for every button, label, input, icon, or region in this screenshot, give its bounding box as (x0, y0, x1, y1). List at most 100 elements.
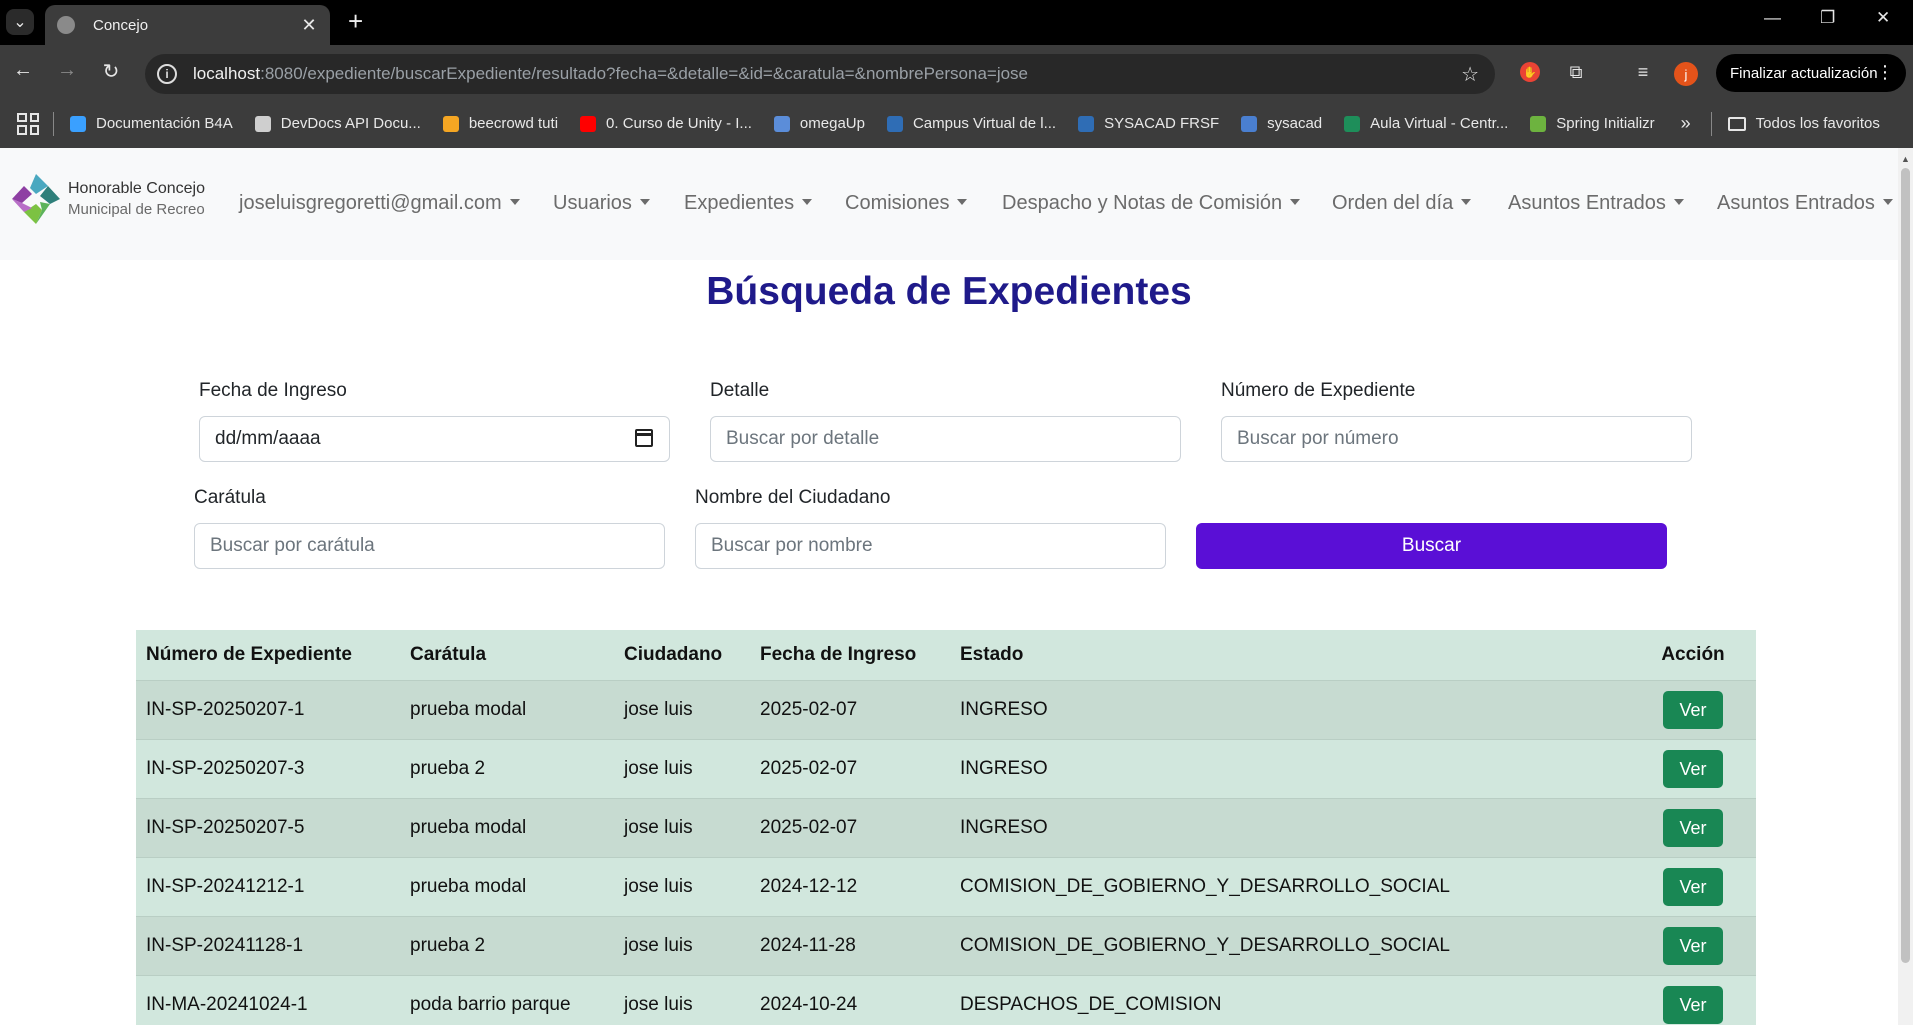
restore-icon[interactable]: ❐ (1820, 8, 1835, 28)
bookmark-item[interactable]: Documentación B4A (70, 115, 233, 132)
detalle-input[interactable]: Buscar por detalle (710, 416, 1181, 462)
browser-tab-bar: ⌄ Concejo ✕ + — ❐ ✕ (0, 0, 1913, 45)
scroll-up-icon[interactable]: ▲ (1901, 154, 1910, 164)
nav-asuntos-entrados-2[interactable]: Asuntos Entrados (1717, 192, 1893, 215)
ver-button[interactable]: Ver (1663, 749, 1723, 788)
caret-down-icon (509, 198, 520, 205)
menu-dots-icon[interactable]: ⋮ (1876, 62, 1894, 83)
nav-comisiones[interactable]: Comisiones (845, 192, 968, 215)
ver-button[interactable]: Ver (1663, 867, 1723, 906)
bookmark-favicon-icon (1241, 115, 1258, 132)
new-tab-button[interactable]: + (348, 8, 363, 34)
table-body: IN-SP-20250207-1 prueba modal jose luis 202… (136, 680, 1756, 1025)
cell-fecha: 2025-02-07 (750, 739, 950, 799)
table-row: IN-SP-20241212-1 prueba modal jose luis 202… (136, 857, 1756, 917)
cell-estado: COMISION_DE_GOBIERNO_Y_DESARROLLO_SOCIAL (950, 916, 1630, 976)
close-tab-icon[interactable]: ✕ (298, 15, 320, 36)
bookmark-item[interactable]: Aula Virtual - Centr... (1344, 115, 1508, 132)
caratula-input[interactable]: Buscar por carátula (194, 523, 665, 569)
nav-user-menu[interactable]: joseluisgregoretti@gmail.com (239, 192, 520, 215)
page-title: Búsqueda de Expedientes (706, 270, 1192, 313)
apps-grid-icon[interactable] (17, 112, 39, 135)
nombre-input[interactable]: Buscar por nombre (695, 523, 1166, 569)
bookmark-label: sysacad (1267, 115, 1323, 132)
cell-ciudadano: jose luis (614, 857, 750, 917)
url-text: localhost:8080/expediente/buscarExpedien… (193, 64, 1029, 83)
results-table: Número de Expediente Carátula Ciudadano … (136, 630, 1756, 1025)
bookmark-list: Documentación B4A DevDocs API Docu... beec… (70, 115, 1677, 132)
all-bookmarks-folder[interactable]: Todos los favoritos (1727, 115, 1880, 132)
brand-logo[interactable]: Honorable Concejo Municipal de Recreo (10, 172, 205, 226)
bookmark-item[interactable]: SYSACAD FRSF (1078, 115, 1219, 132)
bookmark-label: omegaUp (799, 115, 865, 132)
page-scrollbar[interactable]: ▲ (1898, 148, 1913, 1025)
media-controls-icon[interactable]: ≡ (1630, 59, 1656, 85)
bookmark-label: Aula Virtual - Centr... (1370, 115, 1509, 132)
cell-accion: Ver (1630, 916, 1756, 976)
extension-adblock-icon[interactable]: ✋ (1520, 62, 1540, 82)
extensions-puzzle-icon[interactable]: ⧉ (1563, 59, 1589, 85)
tab-search-button[interactable]: ⌄ (6, 9, 34, 35)
cell-caratula: poda barrio parque (400, 975, 614, 1025)
profile-avatar[interactable]: j (1674, 62, 1698, 86)
close-window-icon[interactable]: ✕ (1876, 8, 1890, 28)
numero-input[interactable]: Buscar por número (1221, 416, 1692, 462)
bookmark-star-icon[interactable]: ☆ (1461, 62, 1479, 87)
col-header-ciudadano: Ciudadano (614, 630, 750, 681)
ver-button[interactable]: Ver (1663, 690, 1723, 729)
nav-despacho[interactable]: Despacho y Notas de Comisión (1002, 192, 1301, 215)
cell-accion: Ver (1630, 739, 1756, 799)
tab-title: Concejo (93, 16, 149, 34)
cell-caratula: prueba modal (400, 680, 614, 740)
scrollbar-thumb[interactable] (1901, 168, 1910, 963)
fecha-date-input[interactable]: dd/mm/aaaa (199, 416, 670, 462)
cell-accion: Ver (1630, 857, 1756, 917)
ver-button[interactable]: Ver (1663, 808, 1723, 847)
nav-asuntos-entrados[interactable]: Asuntos Entrados (1508, 192, 1684, 215)
col-header-caratula: Carátula (400, 630, 614, 681)
cell-fecha: 2024-12-12 (750, 857, 950, 917)
cell-estado: DESPACHOS_DE_COMISION (950, 975, 1630, 1025)
col-header-numero: Número de Expediente (136, 630, 400, 681)
caret-down-icon (1290, 198, 1301, 205)
more-bookmarks-icon[interactable]: » (1681, 113, 1691, 134)
cell-numero: IN-SP-20250207-1 (136, 680, 400, 740)
globe-icon (57, 16, 75, 34)
nav-usuarios[interactable]: Usuarios (553, 192, 650, 215)
browser-tab[interactable]: Concejo ✕ (45, 5, 330, 45)
bookmark-label: Documentación B4A (96, 115, 233, 132)
bookmark-item[interactable]: beecrowd tuti (442, 115, 558, 132)
cell-numero: IN-SP-20241212-1 (136, 857, 400, 917)
buscar-button[interactable]: Buscar (1196, 523, 1667, 569)
caret-down-icon (1461, 198, 1472, 205)
bookmark-label: SYSACAD FRSF (1104, 115, 1220, 132)
nav-expedientes[interactable]: Expedientes (684, 192, 813, 215)
brand-subtitle: Municipal de Recreo (68, 201, 205, 218)
bookmark-item[interactable]: omegaUp (773, 115, 865, 132)
numero-label: Número de Expediente (1221, 380, 1416, 401)
url-field[interactable]: i localhost:8080/expediente/buscarExpedi… (145, 54, 1495, 94)
cell-numero: IN-SP-20250207-3 (136, 739, 400, 799)
ver-button[interactable]: Ver (1663, 926, 1723, 965)
calendar-icon[interactable] (635, 429, 653, 447)
cell-numero: IN-SP-20250207-5 (136, 798, 400, 858)
site-info-icon[interactable]: i (157, 64, 177, 84)
bookmark-item[interactable]: DevDocs API Docu... (254, 115, 421, 132)
folder-icon (1727, 116, 1746, 131)
bookmark-item[interactable]: Campus Virtual de l... (886, 115, 1056, 132)
cell-accion: Ver (1630, 680, 1756, 740)
cell-accion: Ver (1630, 798, 1756, 858)
ver-button[interactable]: Ver (1663, 985, 1723, 1024)
nav-orden-del-dia[interactable]: Orden del día (1332, 192, 1472, 215)
forward-icon[interactable]: → (54, 59, 80, 82)
bookmark-item[interactable]: sysacad (1241, 115, 1322, 132)
back-icon[interactable]: ← (10, 59, 36, 82)
cell-accion: Ver (1630, 975, 1756, 1025)
finish-update-button[interactable]: Finalizar actualización ⋮ (1716, 54, 1906, 92)
bookmark-item[interactable]: Spring Initializr (1530, 115, 1655, 132)
table-row: IN-SP-20250207-3 prueba 2 jose luis 2025-02… (136, 739, 1756, 799)
minimize-icon[interactable]: — (1764, 8, 1781, 28)
reload-icon[interactable]: ↻ (98, 59, 124, 84)
bookmark-item[interactable]: 0. Curso de Unity - I... (580, 115, 752, 132)
cell-fecha: 2025-02-07 (750, 798, 950, 858)
